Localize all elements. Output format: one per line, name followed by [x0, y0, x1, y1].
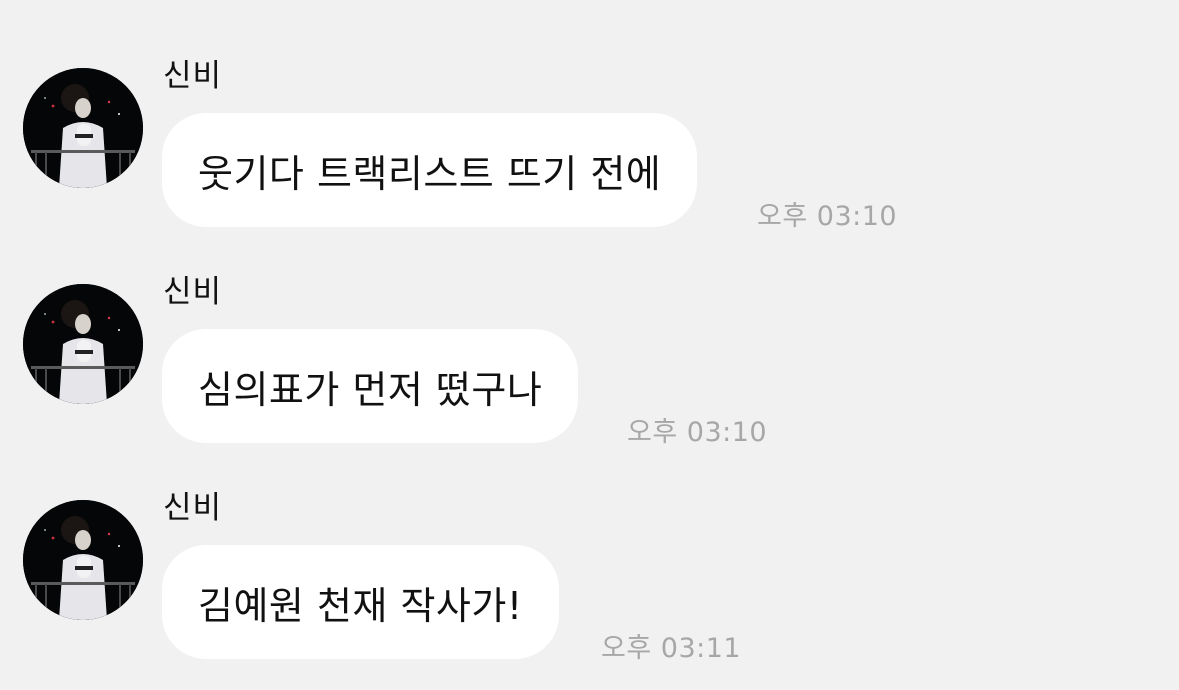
sender-avatar[interactable]: [23, 68, 143, 188]
chat-message: 신비 웃기다 트랙리스트 뜨기 전에 오후 03:10: [0, 0, 1179, 232]
sender-name: 신비: [163, 274, 223, 310]
sender-avatar[interactable]: [23, 500, 143, 620]
sender-name: 신비: [163, 58, 223, 94]
chat-message: 신비 심의표가 먼저 떴구나 오후 03:10: [0, 216, 1179, 448]
message-text: 웃기다 트랙리스트 뜨기 전에: [198, 151, 662, 196]
message-bubble[interactable]: 김예원 천재 작사가!: [162, 545, 559, 659]
profile-photo-icon: [23, 68, 143, 188]
message-bubble[interactable]: 웃기다 트랙리스트 뜨기 전에: [162, 113, 698, 227]
sender-avatar[interactable]: [23, 284, 143, 404]
profile-photo-icon: [23, 500, 143, 620]
chat-message-list: 신비 웃기다 트랙리스트 뜨기 전에 오후 03:10 신비 심의표가 먼저 떴…: [0, 0, 1179, 690]
chat-message: 신비 김예원 천재 작사가! 오후 03:11: [0, 432, 1179, 664]
message-bubble[interactable]: 심의표가 먼저 떴구나: [162, 329, 579, 443]
message-text: 김예원 천재 작사가!: [198, 583, 523, 628]
message-text: 심의표가 먼저 떴구나: [198, 367, 543, 412]
message-timestamp: 오후 03:11: [601, 633, 742, 664]
sender-name: 신비: [163, 490, 223, 526]
profile-photo-icon: [23, 284, 143, 404]
